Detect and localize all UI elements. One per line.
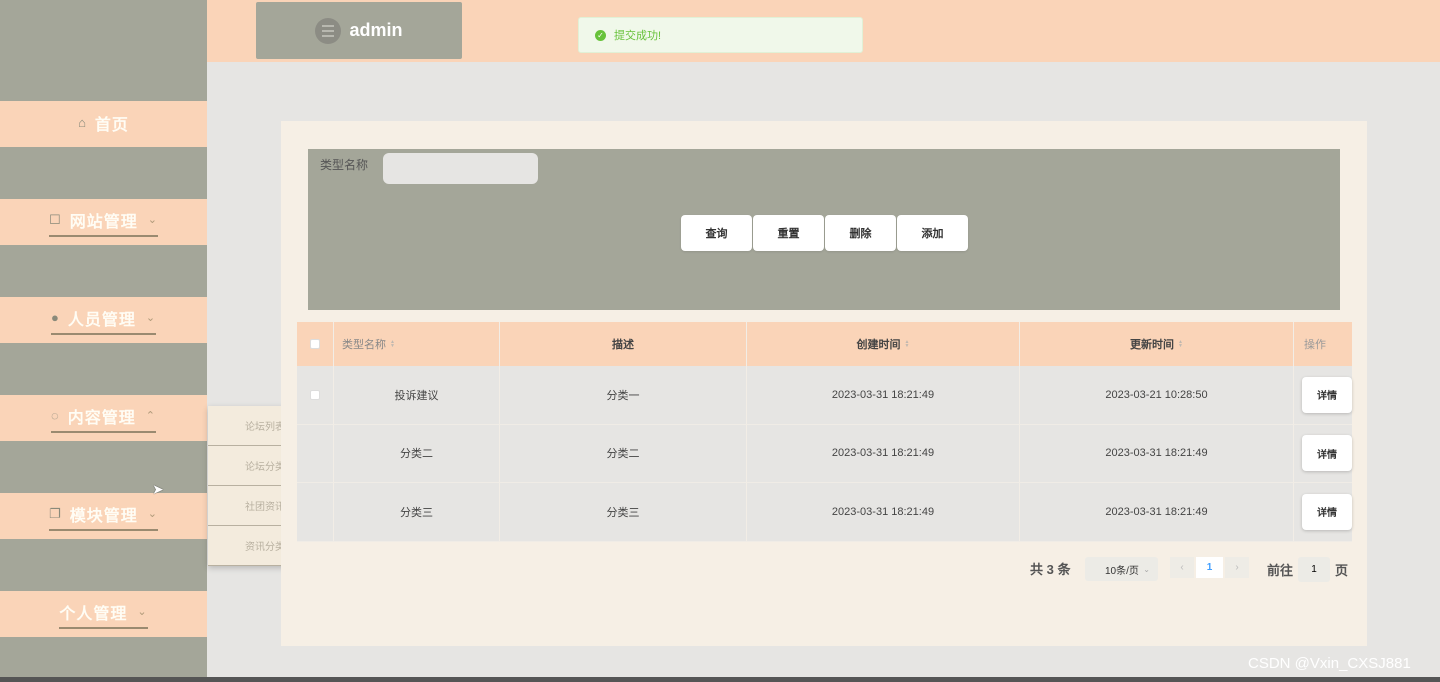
- sort-icon[interactable]: ▲ ▼: [1178, 340, 1183, 349]
- sidebar-item-home[interactable]: ⌂ 首页: [0, 101, 207, 147]
- sidebar-item-label: 内容管理: [67, 409, 136, 427]
- add-button[interactable]: 添加: [897, 215, 968, 251]
- sidebar-item-label: 网站管理: [69, 213, 138, 231]
- sidebar-item-personnel[interactable]: ● 人员管理 ⌄: [0, 297, 207, 343]
- avatar-icon: [315, 17, 342, 44]
- sidebar-item-content[interactable]: ◌ 内容管理 ⌃: [0, 395, 207, 441]
- goto-label: 前往: [1267, 563, 1294, 578]
- type-name-input[interactable]: [383, 153, 538, 184]
- query-button[interactable]: 查询: [681, 215, 752, 251]
- search-label: 类型名称: [320, 158, 369, 172]
- pagination-total: 共 3 条: [1030, 562, 1071, 577]
- page-size-select[interactable]: 10条/页 ⌄: [1085, 557, 1158, 581]
- chevron-up-icon: ⌃: [145, 410, 156, 422]
- column-header-created[interactable]: 创建时间 ▲ ▼: [747, 322, 1020, 366]
- cell-type-name: 分类三: [334, 483, 500, 541]
- detail-button[interactable]: 详情: [1302, 376, 1352, 413]
- column-header-description: 描述: [500, 322, 747, 366]
- sidebar-item-website[interactable]: ☐ 网站管理 ⌄: [0, 199, 207, 245]
- row-checkbox[interactable]: [310, 389, 320, 400]
- sidebar-item-personal[interactable]: 个人管理 ⌄: [0, 591, 207, 637]
- column-header-type-name[interactable]: 类型名称 ▲ ▼: [334, 322, 500, 366]
- cell-updated: 2023-03-31 18:21:49: [1020, 424, 1294, 482]
- table-header: 类型名称 ▲ ▼ 描述 创建时间 ▲ ▼ 更新时间 ▲ ▼ 操作: [297, 322, 1352, 366]
- column-header-actions: 操作: [1304, 339, 1326, 351]
- sort-icon[interactable]: ▲ ▼: [390, 340, 395, 349]
- cell-description: 分类二: [500, 424, 747, 482]
- chevron-down-icon: ⌄: [147, 214, 158, 226]
- table-row: 分类二 分类二 2023-03-31 18:21:49 2023-03-31 1…: [297, 424, 1352, 483]
- sidebar-item-label: 个人管理: [59, 605, 128, 623]
- sidebar-item-module[interactable]: ❐ 模块管理 ⌄: [0, 493, 207, 539]
- chat-icon: ◌: [51, 408, 60, 423]
- chevron-down-icon: ⌄: [1143, 564, 1150, 574]
- success-toast: ✓ 提交成功!: [578, 17, 863, 53]
- goto-suffix: 页: [1335, 563, 1349, 578]
- screen-icon: ☐: [49, 211, 62, 227]
- cell-type-name: 分类二: [334, 424, 500, 482]
- bottom-bar: [0, 677, 1440, 682]
- chevron-down-icon: ⌄: [145, 312, 157, 324]
- toast-message: 提交成功!: [614, 30, 662, 42]
- sort-icon[interactable]: ▲ ▼: [905, 340, 910, 349]
- cell-updated: 2023-03-21 10:28:50: [1020, 366, 1294, 424]
- cell-description: 分类三: [500, 483, 747, 541]
- user-box[interactable]: admin: [256, 2, 462, 59]
- cell-created: 2023-03-31 18:21:49: [747, 483, 1020, 541]
- cell-updated: 2023-03-31 18:21:49: [1020, 483, 1294, 541]
- reset-button[interactable]: 重置: [753, 215, 824, 251]
- sidebar-item-label: 模块管理: [69, 507, 138, 525]
- chevron-down-icon: ⌄: [137, 606, 148, 618]
- username: admin: [349, 20, 403, 40]
- detail-button[interactable]: 详情: [1302, 493, 1352, 530]
- cell-created: 2023-03-31 18:21:49: [747, 424, 1020, 482]
- cell-description: 分类一: [500, 366, 747, 424]
- delete-button[interactable]: 删除: [825, 215, 896, 251]
- cell-created: 2023-03-31 18:21:49: [747, 366, 1020, 424]
- prev-page-button[interactable]: ‹: [1170, 557, 1194, 578]
- select-all-checkbox[interactable]: [310, 339, 320, 349]
- table-row: 投诉建议 分类一 2023-03-31 18:21:49 2023-03-21 …: [297, 366, 1352, 425]
- cell-type-name: 投诉建议: [334, 366, 500, 424]
- home-icon: ⌂: [78, 115, 87, 130]
- mouse-cursor-icon: ➤: [152, 481, 164, 497]
- user-icon: ●: [50, 310, 60, 325]
- column-header-updated[interactable]: 更新时间 ▲ ▼: [1020, 322, 1294, 366]
- sidebar-item-label: 首页: [94, 116, 129, 134]
- goto-page-input[interactable]: [1298, 557, 1330, 582]
- watermark: CSDN @Vxin_CXSJ881: [1248, 655, 1411, 672]
- detail-button[interactable]: 详情: [1302, 435, 1352, 472]
- table-row: 分类三 分类三 2023-03-31 18:21:49 2023-03-31 1…: [297, 483, 1352, 542]
- check-circle-icon: ✓: [595, 29, 606, 41]
- next-page-button[interactable]: ›: [1225, 557, 1249, 578]
- data-table: 类型名称 ▲ ▼ 描述 创建时间 ▲ ▼ 更新时间 ▲ ▼ 操作 投诉建议 分类一 2…: [297, 322, 1352, 542]
- page-number-1[interactable]: 1: [1196, 557, 1223, 578]
- chevron-down-icon: ⌄: [147, 508, 158, 520]
- sidebar-item-label: 人员管理: [67, 311, 136, 329]
- copy-icon: ❐: [49, 505, 62, 521]
